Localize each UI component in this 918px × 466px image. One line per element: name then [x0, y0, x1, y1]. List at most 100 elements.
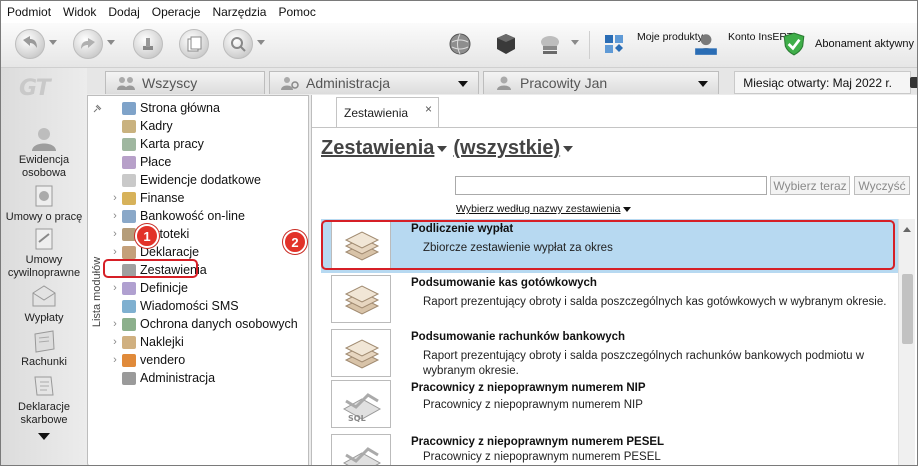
module-item[interactable]: Administracja: [108, 369, 303, 387]
tab-wszyscy[interactable]: Wszyscy: [105, 71, 265, 94]
scroll-up-icon[interactable]: [903, 227, 911, 232]
module-icon: [122, 281, 136, 295]
report-item-nip[interactable]: SQL Pracownicy z niepoprawnym numerem NI…: [321, 378, 898, 432]
cloud-dropdown-caret[interactable]: [571, 40, 579, 45]
rail-ewidencja-osobowa[interactable]: Ewidencja osobowa: [1, 126, 87, 180]
module-icon: [122, 299, 136, 313]
chevron-down-icon: [623, 206, 632, 212]
rail-umowy-cywilnoprawne[interactable]: Umowy cywilnoprawne: [1, 226, 87, 280]
module-item[interactable]: Strona główna: [108, 99, 303, 117]
rail-wyplaty[interactable]: Wypłaty: [1, 284, 87, 325]
menu-podmiot[interactable]: Podmiot: [7, 5, 51, 19]
menu-dodaj[interactable]: Dodaj: [108, 5, 139, 19]
filter-dropdown-caret[interactable]: [563, 145, 574, 152]
module-icon: [122, 245, 136, 259]
rail-more-arrow[interactable]: [38, 433, 50, 440]
people-icon: [32, 128, 56, 151]
module-label: Karta pracy: [140, 137, 204, 151]
cloud-button[interactable]: [535, 29, 565, 59]
month-label: Miesiąc otwarty:: [743, 75, 830, 90]
module-item[interactable]: Płace: [108, 153, 303, 171]
module-item[interactable]: › Naklejki: [108, 333, 303, 351]
tab-dropdown-caret[interactable]: [458, 81, 468, 87]
module-item[interactable]: › vendero: [108, 351, 303, 369]
box-button[interactable]: [491, 29, 521, 59]
admin-icon: [281, 77, 299, 90]
module-icon: [122, 119, 136, 133]
module-icon: [122, 101, 136, 115]
user-account-icon: [695, 34, 717, 55]
contract-icon: [35, 185, 53, 207]
forward-button[interactable]: [73, 29, 103, 59]
subscription-label[interactable]: Abonament aktywny: [815, 38, 914, 51]
search-dropdown-caret[interactable]: [257, 40, 265, 45]
module-item[interactable]: › Definicje: [108, 279, 303, 297]
pin-icon[interactable]: [92, 104, 102, 114]
report-item-pesel[interactable]: SQL Pracownicy z niepoprawnym numerem PE…: [321, 432, 898, 465]
module-icon: [122, 137, 136, 151]
module-item[interactable]: › Bankowość on-line: [108, 207, 303, 225]
report-title: Podsumowanie kas gotówkowych: [411, 277, 597, 289]
products-grid-icon: [605, 35, 623, 53]
module-item[interactable]: Kadry: [108, 117, 303, 135]
back-dropdown-caret[interactable]: [49, 40, 57, 45]
sql-report-icon: SQL: [331, 434, 391, 465]
menu-narzedzia[interactable]: Narzędzia: [212, 5, 266, 19]
context-tabs-bar: Wszyscy Administracja Pracowity Jan Mies…: [87, 68, 917, 94]
menu-widok[interactable]: Widok: [63, 5, 96, 19]
globe-button[interactable]: [445, 29, 475, 59]
report-list-scrollbar[interactable]: [898, 219, 915, 465]
tab-pracowity-jan[interactable]: Pracowity Jan: [483, 71, 719, 94]
choose-now-button[interactable]: Wybierz teraz: [770, 176, 850, 195]
module-item[interactable]: Wiadomości SMS: [108, 297, 303, 315]
bill-icon: [34, 330, 55, 353]
expand-chevron-icon[interactable]: ›: [108, 228, 122, 240]
report-item-kasy[interactable]: Podsumowanie kas gotówkowych Raport prez…: [321, 273, 898, 327]
rail-label: Wypłaty: [24, 312, 64, 324]
filter-by-name-link[interactable]: Wybierz według nazwy zestawienia: [456, 203, 632, 215]
heading-filter[interactable]: (wszystkie): [453, 137, 560, 160]
subscription-button[interactable]: [779, 29, 809, 59]
menu-operacje[interactable]: Operacje: [152, 5, 201, 19]
close-tab-icon[interactable]: ×: [425, 102, 432, 116]
expand-chevron-icon[interactable]: ›: [108, 210, 122, 222]
module-label: Wiadomości SMS: [140, 299, 239, 313]
tab-dropdown-caret[interactable]: [698, 81, 708, 87]
arrow-back-icon: [23, 36, 37, 48]
documents-button[interactable]: [179, 29, 209, 59]
expand-chevron-icon[interactable]: ›: [108, 354, 122, 366]
rail-rachunki[interactable]: Rachunki: [1, 328, 87, 369]
rail-umowy-o-prace[interactable]: Umowy o pracę: [1, 183, 87, 224]
forward-dropdown-caret[interactable]: [107, 40, 115, 45]
gt-logo: GT: [19, 76, 51, 101]
tools-button[interactable]: [133, 29, 163, 59]
expand-chevron-icon[interactable]: ›: [108, 318, 122, 330]
shield-check-icon: [783, 32, 805, 56]
module-item[interactable]: Karta pracy: [108, 135, 303, 153]
my-products-button[interactable]: [599, 29, 629, 59]
insert-account-button[interactable]: [691, 29, 721, 59]
module-item[interactable]: › Ochrona danych osobowych: [108, 315, 303, 333]
report-search-input[interactable]: [455, 176, 767, 195]
cloud-server-icon: [541, 36, 559, 54]
module-item[interactable]: › Finanse: [108, 189, 303, 207]
expand-chevron-icon[interactable]: ›: [108, 246, 122, 258]
tab-zestawienia[interactable]: Zestawienia ×: [336, 97, 439, 127]
documents-icon: [187, 36, 202, 52]
report-item-rachunki[interactable]: Podsumowanie rachunków bankowych Raport …: [321, 327, 898, 381]
expand-chevron-icon[interactable]: ›: [108, 336, 122, 348]
expand-chevron-icon[interactable]: ›: [108, 282, 122, 294]
payment-envelope-icon: [32, 285, 56, 307]
step-badge-2: 2: [283, 230, 307, 254]
tab-administracja[interactable]: Administracja: [269, 71, 479, 94]
heading-dropdown-caret[interactable]: [437, 145, 448, 152]
search-tool-button[interactable]: [223, 29, 253, 59]
heading-title[interactable]: Zestawienia: [321, 137, 434, 160]
expand-chevron-icon[interactable]: ›: [108, 192, 122, 204]
clear-button[interactable]: Wyczyść: [854, 176, 910, 195]
menu-pomoc[interactable]: Pomoc: [278, 5, 315, 19]
scroll-thumb[interactable]: [902, 274, 913, 344]
rail-deklaracje-skarbowe[interactable]: Deklaracje skarbowe: [1, 373, 87, 427]
back-button[interactable]: [15, 29, 45, 59]
module-item[interactable]: Ewidencje dodatkowe: [108, 171, 303, 189]
